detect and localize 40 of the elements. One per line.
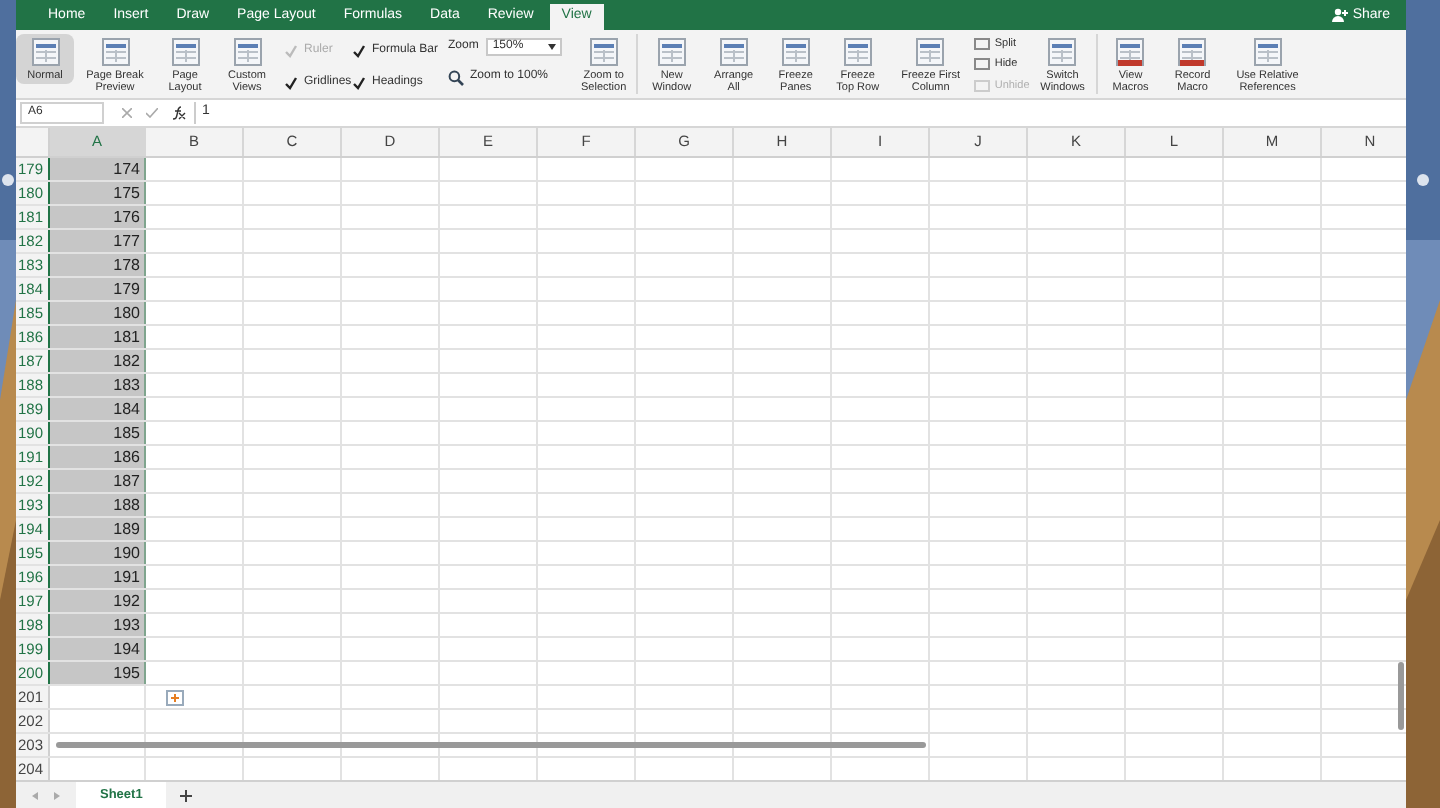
sheet-view-icon (169, 36, 201, 68)
paste-options-icon (166, 690, 184, 706)
table-cell: 189 (50, 518, 146, 540)
checkmark-icon[interactable] (146, 108, 158, 118)
table-cell: 174 (50, 158, 146, 180)
person-add-icon (1332, 8, 1349, 23)
table-cell: 186 (50, 446, 146, 468)
caret-icon (548, 44, 557, 50)
table-cell: 182 (50, 350, 146, 372)
sheet-view-icon (231, 36, 263, 68)
table-cell: 175 (50, 182, 146, 204)
checkbox[interactable] (352, 43, 366, 57)
sheet-view-icon (29, 36, 61, 68)
table-cell: 191 (50, 566, 146, 588)
vertical-scrollbar[interactable] (1398, 662, 1404, 730)
table-cell: 193 (50, 614, 146, 636)
table-cell: 187 (50, 470, 146, 492)
table-cell: 192 (50, 590, 146, 612)
checkbox[interactable] (284, 75, 298, 89)
table-cell: 184 (50, 398, 146, 420)
table-cell: 180 (50, 302, 146, 324)
table-cell: 194 (50, 638, 146, 660)
table-cell: 181 (50, 326, 146, 348)
table-cell: 185 (50, 422, 146, 444)
table-cell: 176 (50, 206, 146, 228)
sheet-view-icon (99, 36, 131, 68)
table-cell: 178 (50, 254, 146, 276)
table-cell: 177 (50, 230, 146, 252)
table-cell: 195 (50, 662, 146, 684)
checkbox[interactable] (352, 75, 366, 89)
sheet-nav-icon[interactable] (32, 791, 60, 799)
magnifier-icon (448, 69, 464, 85)
cancel-icon[interactable] (122, 108, 132, 118)
function-icon[interactable] (172, 106, 186, 120)
horizontal-scrollbar[interactable] (56, 742, 926, 748)
table-cell: 188 (50, 494, 146, 516)
table-cell: 190 (50, 542, 146, 564)
table-cell: 183 (50, 374, 146, 396)
table-cell: 179 (50, 278, 146, 300)
add-sheet-icon[interactable] (178, 787, 195, 803)
